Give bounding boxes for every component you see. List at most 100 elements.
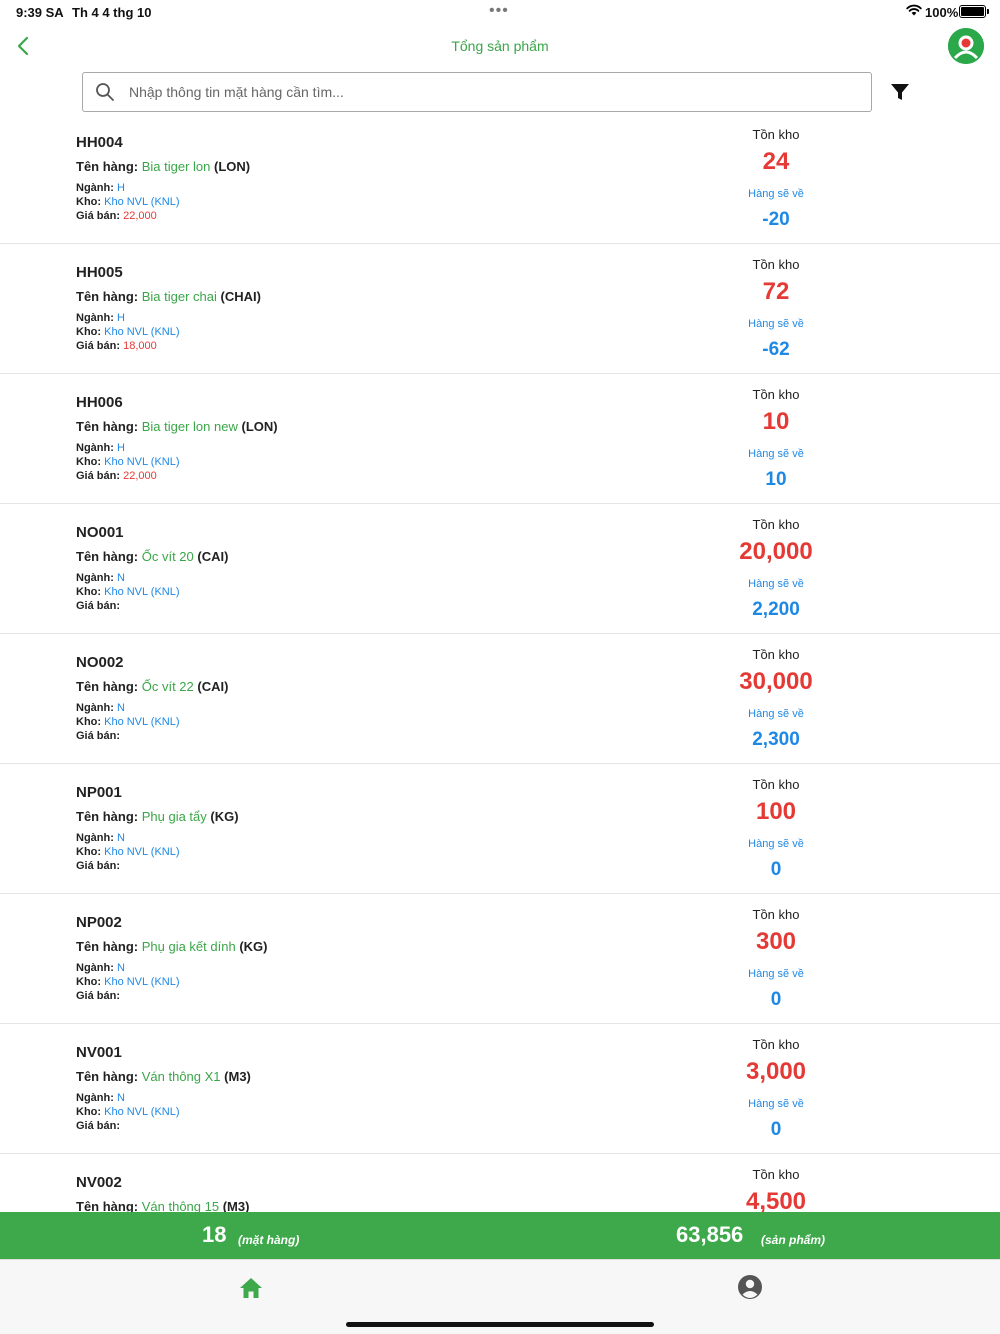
item-price-row: Giá bán: — [76, 860, 120, 872]
stock-label: Tồn kho — [752, 257, 800, 272]
item-industry: N — [116, 702, 125, 714]
item-industry-row: Ngành: N — [76, 702, 125, 714]
filter-icon[interactable] — [888, 80, 912, 104]
price-label: Giá bán: — [76, 860, 121, 872]
item-industry-row: Ngành: N — [76, 962, 125, 974]
item-price-row: Giá bán: — [76, 990, 120, 1002]
total-products: 63,856 — [676, 1222, 744, 1247]
summary-bar: 18 (mặt hàng) 63,856 (sản phẩm) — [0, 1212, 1000, 1259]
incoming-value: 0 — [770, 989, 782, 1010]
item-warehouse: Kho NVL (KNL) — [104, 326, 180, 338]
incoming-value: 0 — [770, 1119, 782, 1140]
item-unit: (M3) — [222, 1199, 250, 1212]
item-warehouse-row: Kho: Kho NVL (KNL) — [76, 716, 180, 728]
list-item[interactable]: NO002 Tên hàng: Ốc vít 22 (CAI) Ngành: N Kh… — [0, 634, 1000, 764]
home-icon[interactable] — [238, 1275, 264, 1301]
list-item[interactable]: HH005 Tên hàng: Bia tiger chai (CHAI) Ngàn… — [0, 244, 1000, 374]
battery-percentage: 100% — [925, 5, 959, 20]
item-warehouse-row: Kho: Kho NVL (KNL) — [76, 586, 180, 598]
warehouse-label: Kho: — [76, 326, 102, 338]
item-price-row: Giá bán: 22,000 — [76, 470, 157, 482]
item-name: Ốc vít 20 — [141, 549, 194, 564]
item-name: Ván thông X1 — [141, 1069, 221, 1084]
price-label: Giá bán: — [76, 470, 121, 482]
item-industry: H — [116, 442, 125, 454]
item-unit: (KG) — [210, 809, 239, 824]
item-name-row: Tên hàng: Phụ gia kết dính (KG) — [76, 939, 268, 954]
stock-label: Tồn kho — [752, 1037, 800, 1052]
item-name-row: Tên hàng: Ván thông X1 (M3) — [76, 1069, 251, 1084]
name-label: Tên hàng: — [76, 549, 139, 564]
industry-label: Ngành: — [76, 182, 114, 194]
incoming-value: 2,300 — [752, 729, 800, 750]
product-list[interactable]: HH004 Tên hàng: Bia tiger lon (LON) Ngành:… — [0, 114, 1000, 1212]
status-bar: 9:39 SA Th 4 4 thg 10 ••• 100% — [0, 0, 1000, 24]
stock-label: Tồn kho — [752, 1167, 800, 1182]
price-label: Giá bán: — [76, 600, 121, 612]
item-industry-row: Ngành: H — [76, 312, 125, 324]
item-industry: H — [116, 312, 125, 324]
item-warehouse: Kho NVL (KNL) — [104, 846, 180, 858]
item-name-row: Tên hàng: Bia tiger lon (LON) — [76, 159, 250, 174]
stock-label: Tồn kho — [752, 387, 800, 402]
item-code: NP002 — [76, 914, 122, 931]
industry-label: Ngành: — [76, 702, 114, 714]
account-circle-icon[interactable] — [737, 1274, 763, 1300]
status-date: Th 4 4 thg 10 — [72, 5, 152, 20]
price-label: Giá bán: — [76, 1120, 121, 1132]
home-indicator — [346, 1322, 654, 1327]
item-name: Bia tiger lon — [141, 159, 211, 174]
incoming-label: Hàng sẽ về — [748, 838, 804, 850]
item-industry-row: Ngành: N — [76, 832, 125, 844]
name-label: Tên hàng: — [76, 809, 139, 824]
item-count-unit: (mặt hàng) — [238, 1233, 300, 1247]
item-price-row: Giá bán: — [76, 730, 120, 742]
item-warehouse: Kho NVL (KNL) — [104, 1106, 180, 1118]
list-item[interactable]: NP002 Tên hàng: Phụ gia kết dính (KG) Ngàn… — [0, 894, 1000, 1024]
stock-label: Tồn kho — [752, 907, 800, 922]
item-name-row: Tên hàng: Ốc vít 20 (CAI) — [76, 549, 228, 564]
search-box[interactable] — [82, 72, 872, 112]
item-industry: N — [116, 572, 125, 584]
incoming-label: Hàng sẽ về — [748, 578, 804, 590]
list-item[interactable]: HH006 Tên hàng: Bia tiger lon new (LON) Ng… — [0, 374, 1000, 504]
incoming-label: Hàng sẽ về — [748, 318, 804, 330]
list-item[interactable]: NV001 Tên hàng: Ván thông X1 (M3) Ngành: N… — [0, 1024, 1000, 1154]
item-unit: (CAI) — [197, 549, 229, 564]
list-item[interactable]: NP001 Tên hàng: Phụ gia tẩy (KG) Ngành: NK… — [0, 764, 1000, 894]
item-warehouse: Kho NVL (KNL) — [104, 976, 180, 988]
item-industry-row: Ngành: N — [76, 572, 125, 584]
item-industry-row: Ngành: H — [76, 182, 125, 194]
item-name: Ốc vít 22 — [141, 679, 194, 694]
name-label: Tên hàng: — [76, 1199, 139, 1212]
incoming-label: Hàng sẽ về — [748, 1098, 804, 1110]
wifi-icon — [906, 4, 922, 19]
price-label: Giá bán: — [76, 730, 121, 742]
list-item[interactable]: HH004 Tên hàng: Bia tiger lon (LON) Ngành:… — [0, 114, 1000, 244]
item-unit: (CHAI) — [220, 289, 261, 304]
list-item[interactable]: NO001 Tên hàng: Ốc vít 20 (CAI) Ngành: N Kh… — [0, 504, 1000, 634]
item-warehouse-row: Kho: Kho NVL (KNL) — [76, 976, 180, 988]
item-warehouse-row: Kho: Kho NVL (KNL) — [76, 196, 180, 208]
multitasking-dots[interactable]: ••• — [489, 2, 509, 20]
stock-label: Tồn kho — [752, 777, 800, 792]
price-label: Giá bán: — [76, 340, 121, 352]
item-price-row: Giá bán: — [76, 1120, 120, 1132]
item-unit: (LON) — [214, 159, 251, 174]
item-price: 22,000 — [123, 210, 157, 222]
item-warehouse: Kho NVL (KNL) — [104, 456, 180, 468]
item-industry-row: Ngành: N — [76, 1092, 125, 1104]
total-products-unit: (sản phẩm) — [761, 1233, 826, 1247]
industry-label: Ngành: — [76, 572, 114, 584]
stock-value: 24 — [762, 148, 790, 175]
search-icon — [95, 82, 115, 107]
stock-label: Tồn kho — [752, 127, 800, 142]
header: Tổng sản phẩm — [0, 26, 1000, 66]
user-avatar-icon[interactable] — [948, 28, 984, 64]
incoming-label: Hàng sẽ về — [748, 708, 804, 720]
warehouse-label: Kho: — [76, 196, 102, 208]
item-name: Phụ gia tẩy — [141, 809, 207, 824]
list-item[interactable]: NV002Tên hàng: Ván thông 15 (M3)Ngành: K… — [0, 1154, 1000, 1212]
item-name-row: Tên hàng: Phụ gia tẩy (KG) — [76, 809, 239, 824]
search-input[interactable] — [129, 73, 859, 110]
